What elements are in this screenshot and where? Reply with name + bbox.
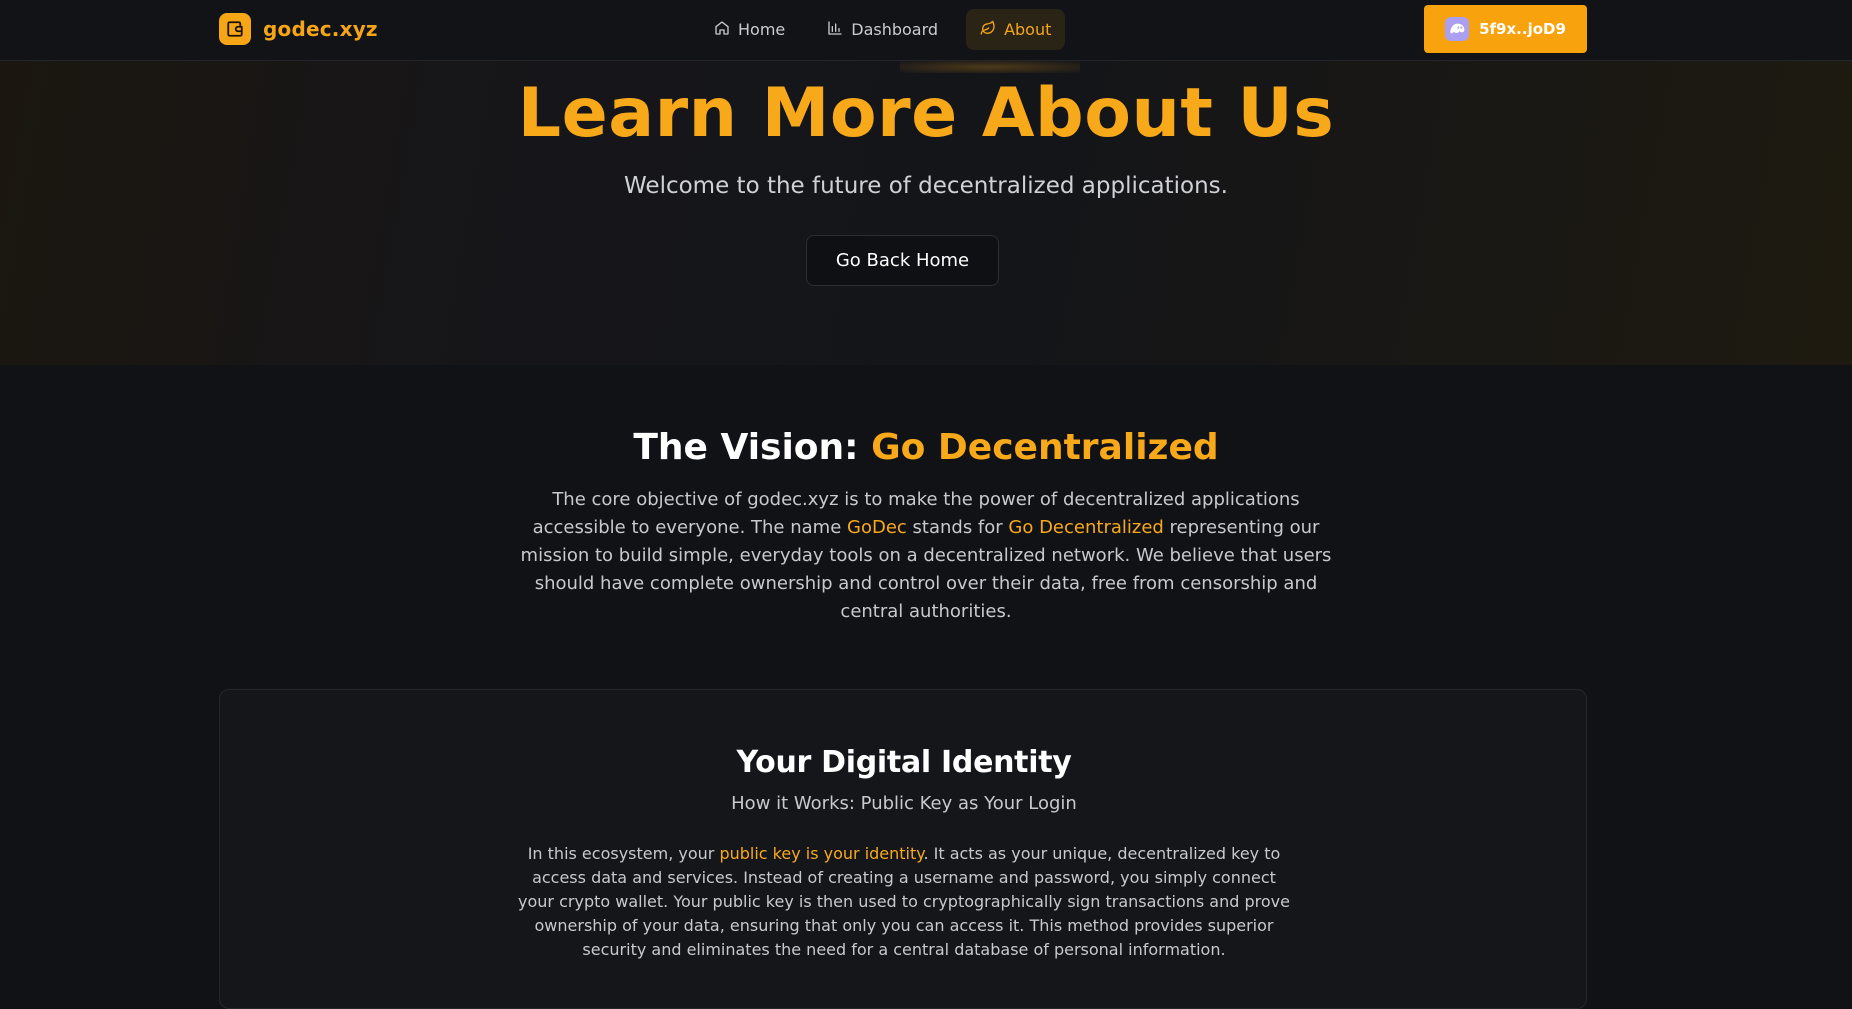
page-title: Learn More About Us: [517, 74, 1335, 153]
hero-section: Learn More About Us Welcome to the futur…: [0, 61, 1852, 365]
main-nav: Home Dashboard About: [700, 9, 1066, 50]
nav-item-dashboard[interactable]: Dashboard: [813, 9, 952, 50]
vision-text-part: stands for: [906, 517, 1009, 538]
hero-subtitle: Welcome to the future of decentralized a…: [624, 173, 1228, 199]
nav-item-about[interactable]: About: [966, 9, 1066, 50]
vision-heading-prefix: The Vision:: [633, 427, 872, 468]
vision-highlight-godec: GoDec: [847, 517, 907, 538]
brand[interactable]: godec.xyz: [219, 13, 378, 45]
identity-card-title: Your Digital Identity: [736, 745, 1072, 780]
identity-card-subtitle: How it Works: Public Key as Your Login: [731, 793, 1077, 814]
brand-name: godec.xyz: [263, 17, 378, 41]
wallet-icon: [219, 13, 251, 45]
vision-highlight-go-decentralized: Go Decentralized: [1008, 517, 1164, 538]
vision-heading: The Vision: Go Decentralized: [0, 427, 1852, 468]
wallet-address: 5f9x..joD9: [1479, 20, 1566, 38]
go-back-home-button[interactable]: Go Back Home: [806, 235, 999, 286]
leaf-icon: [980, 20, 996, 40]
home-icon: [714, 20, 730, 40]
wallet-connect-button[interactable]: 5f9x..joD9: [1424, 5, 1587, 53]
nav-item-label: Home: [738, 20, 786, 39]
bar-chart-icon: [827, 20, 843, 40]
phantom-ghost-icon: [1445, 17, 1470, 41]
vision-heading-highlight: Go Decentralized: [871, 427, 1219, 468]
digital-identity-card: Your Digital Identity How it Works: Publ…: [219, 689, 1587, 1009]
identity-text-part: In this ecosystem, your: [527, 844, 720, 863]
hero-glow: [900, 61, 1080, 73]
vision-paragraph: The core objective of godec.xyz is to ma…: [520, 486, 1332, 626]
identity-card-paragraph: In this ecosystem, your public key is yo…: [515, 842, 1293, 962]
identity-highlight: public key is your identity: [719, 844, 924, 863]
top-navbar: godec.xyz Home Dashboard About 5f9x..joD…: [0, 0, 1852, 61]
nav-item-label: Dashboard: [851, 20, 939, 39]
nav-item-home[interactable]: Home: [700, 9, 799, 50]
nav-item-label: About: [1004, 20, 1052, 39]
